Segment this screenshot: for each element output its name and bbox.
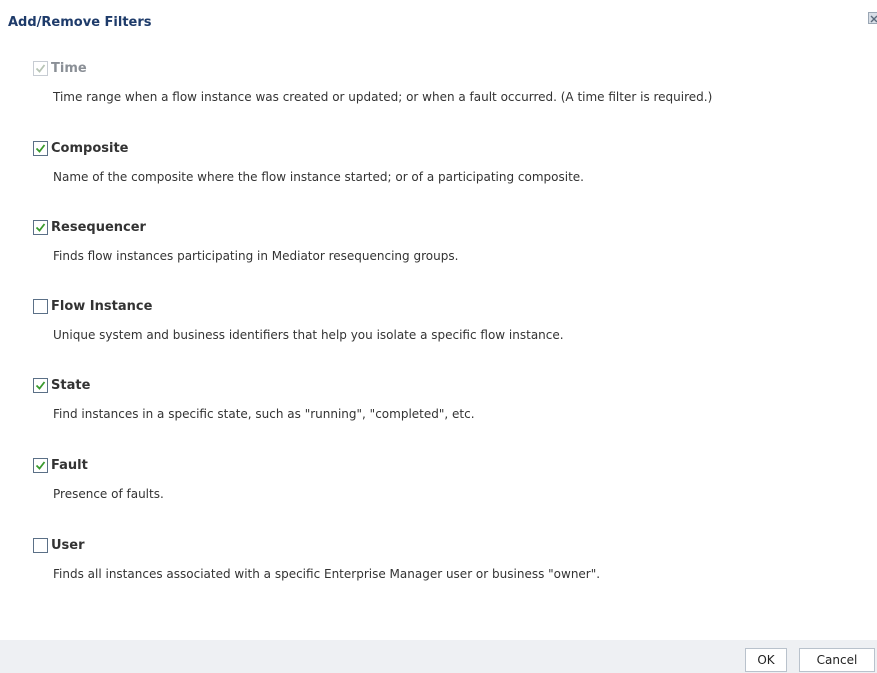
filter-item-resequencer: Resequencer Finds flow instances partici… — [0, 218, 877, 288]
filter-label: Time — [51, 60, 87, 76]
filter-label: User — [51, 537, 85, 553]
filter-toggle-resequencer[interactable]: Resequencer — [33, 218, 146, 236]
filter-label: Resequencer — [51, 219, 146, 235]
filter-item-fault: Fault Presence of faults. — [0, 456, 877, 526]
filter-description: Finds all instances associated with a sp… — [53, 567, 601, 581]
checkmark-icon — [35, 143, 46, 153]
filter-description: Name of the composite where the flow ins… — [53, 170, 584, 184]
filter-toggle-user[interactable]: User — [33, 536, 85, 554]
filter-description: Unique system and business identifiers t… — [53, 328, 564, 342]
cancel-button[interactable]: Cancel — [799, 648, 875, 672]
filter-toggle-time[interactable]: Time — [33, 59, 87, 77]
dialog-titlebar: Add/Remove Filters — [0, 0, 877, 44]
ok-button[interactable]: OK — [745, 648, 787, 672]
filter-item-user: User Finds all instances associated with… — [0, 536, 877, 606]
filter-item-flow-instance: Flow Instance Unique system and business… — [0, 297, 877, 367]
filter-checkbox-time[interactable] — [33, 60, 48, 76]
close-icon[interactable] — [868, 12, 877, 24]
filter-checkbox-state[interactable] — [33, 377, 48, 393]
filter-toggle-fault[interactable]: Fault — [33, 456, 88, 474]
filter-label: State — [51, 377, 91, 393]
filter-label: Fault — [51, 457, 88, 473]
filter-label: Composite — [51, 140, 129, 156]
filter-description: Finds flow instances participating in Me… — [53, 249, 459, 263]
dialog-footer: OK Cancel — [0, 640, 877, 673]
add-remove-filters-dialog: Add/Remove Filters Time Time range when … — [0, 0, 877, 673]
filter-checkbox-resequencer[interactable] — [33, 219, 48, 235]
filter-checkbox-user[interactable] — [33, 537, 48, 553]
filter-toggle-flow-instance[interactable]: Flow Instance — [33, 297, 152, 315]
checkmark-icon — [35, 63, 46, 73]
checkmark-icon — [35, 222, 46, 232]
filter-toggle-state[interactable]: State — [33, 376, 90, 394]
filter-description: Find instances in a specific state, such… — [53, 407, 475, 421]
filter-checkbox-fault[interactable] — [33, 457, 48, 473]
filter-item-composite: Composite Name of the composite where th… — [0, 139, 877, 209]
filter-label: Flow Instance — [51, 298, 153, 314]
checkmark-icon — [35, 460, 46, 470]
filter-item-state: State Find instances in a specific state… — [0, 376, 877, 446]
filter-description: Presence of faults. — [53, 487, 164, 501]
filter-item-time: Time Time range when a flow instance was… — [0, 59, 877, 129]
dialog-title: Add/Remove Filters — [8, 15, 152, 30]
checkmark-icon — [35, 380, 46, 390]
filter-checkbox-flow-instance[interactable] — [33, 298, 48, 314]
filter-checkbox-composite[interactable] — [33, 140, 48, 156]
filter-description: Time range when a flow instance was crea… — [53, 90, 713, 104]
filter-toggle-composite[interactable]: Composite — [33, 139, 128, 157]
